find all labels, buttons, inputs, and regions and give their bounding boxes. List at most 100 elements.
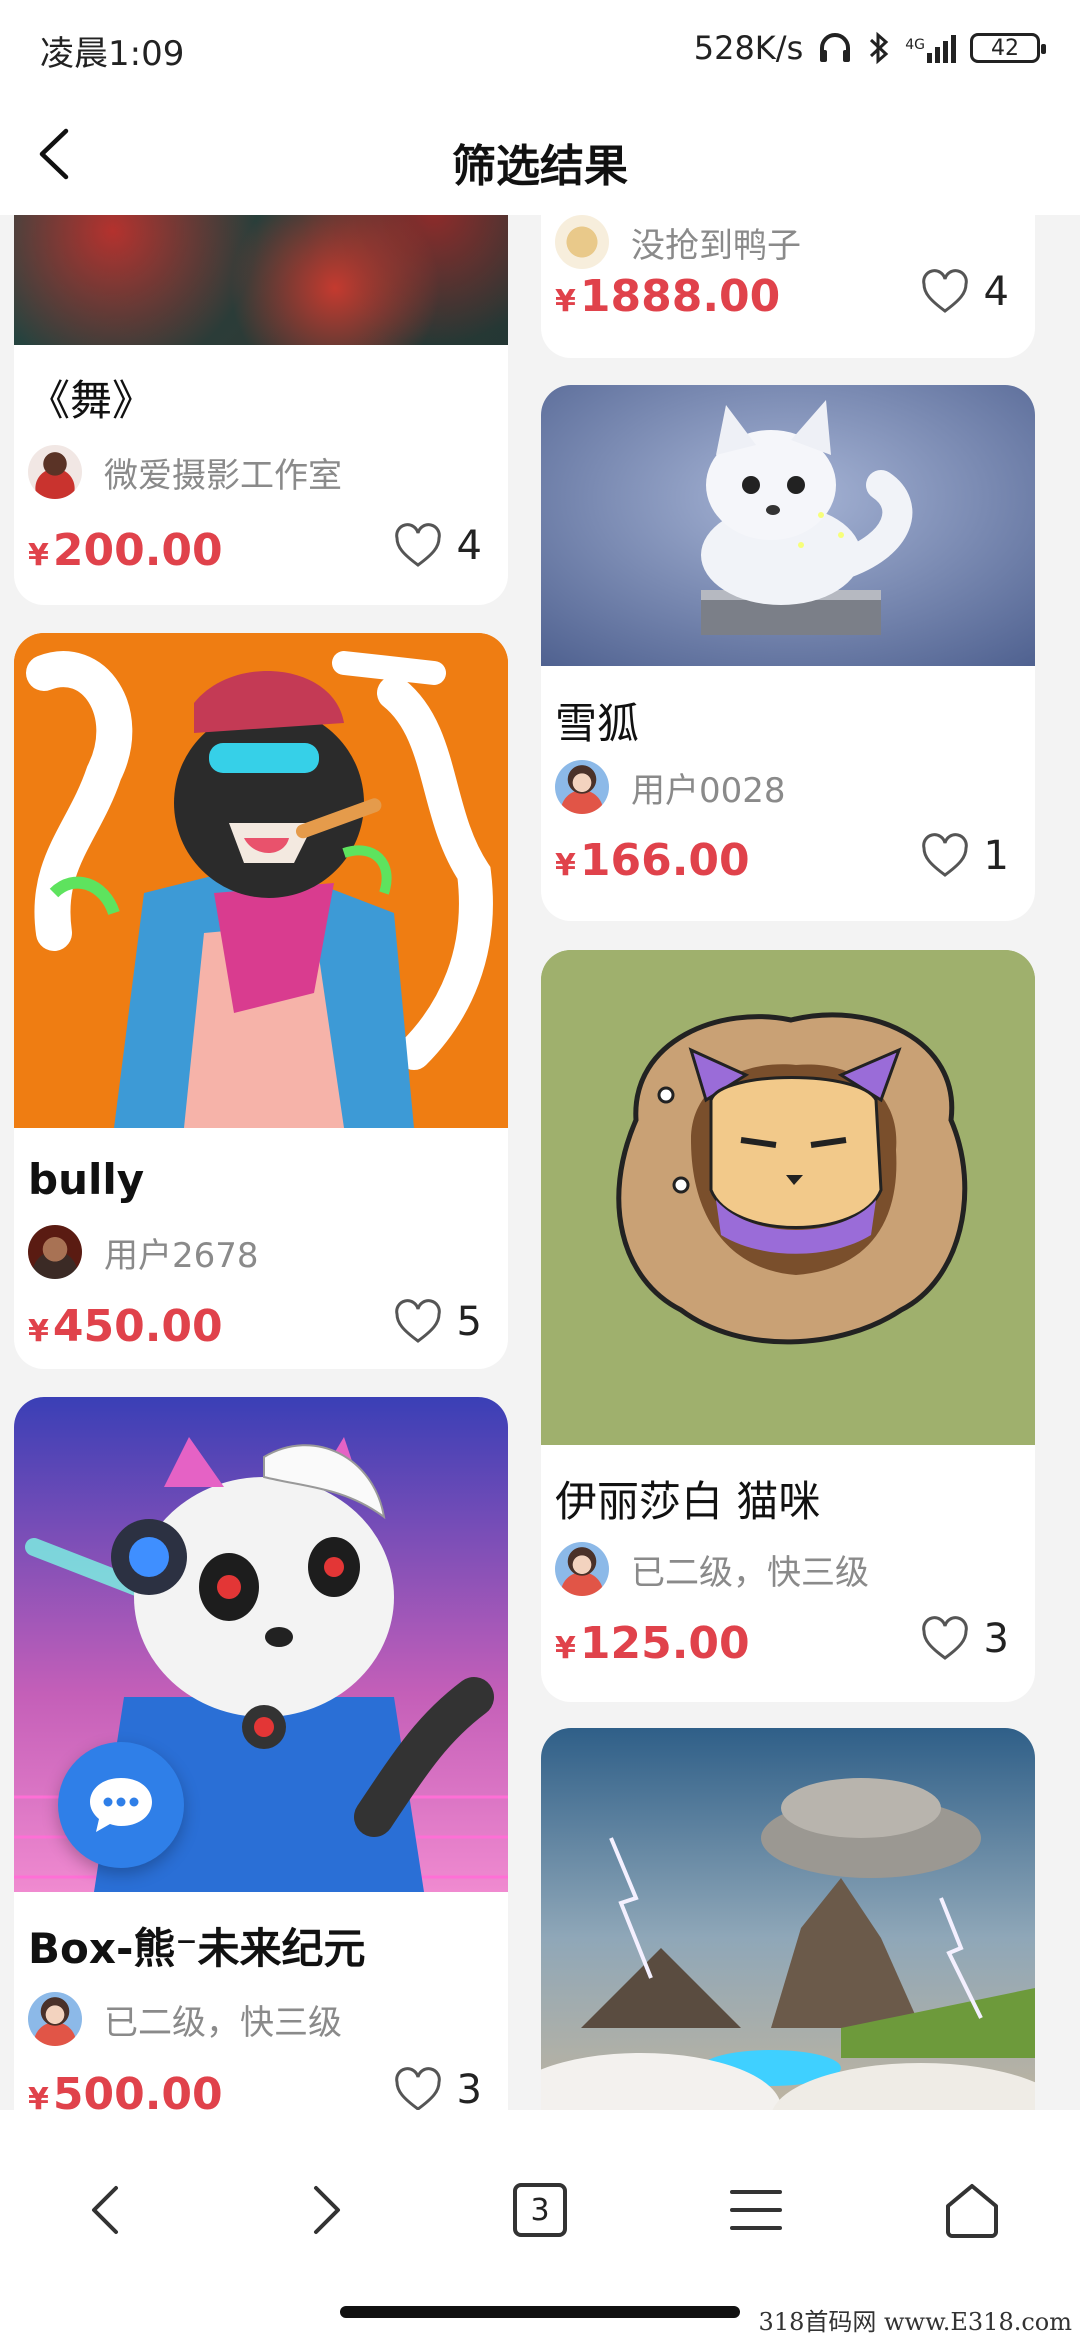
price-value: 1888.00 [579, 271, 781, 322]
heart-icon [394, 1299, 441, 1343]
price-value: 500.00 [52, 2069, 223, 2110]
status-indicators: 528K/s 4G 42 [693, 26, 1046, 70]
product-creator: 微爱摄影工作室 [28, 445, 342, 499]
nav-menu-button[interactable] [716, 2170, 796, 2250]
heart-icon [394, 523, 441, 567]
product-title: Box-熊⁻未来纪元 [28, 1924, 366, 1973]
nav-back-button[interactable] [66, 2170, 146, 2250]
product-price: ¥ 166.00 [555, 835, 750, 886]
forward-arrow-icon [314, 2186, 340, 2234]
product-card[interactable]: 伊丽莎白 猫咪 已二级，快三级 ¥ 125.00 3 [541, 950, 1035, 1702]
product-title: bully [28, 1155, 145, 1204]
tab-count: 3 [530, 2192, 550, 2228]
like-button[interactable]: 3 [920, 1616, 1009, 1662]
chat-bubble-icon [90, 1778, 152, 1832]
currency-symbol: ¥ [28, 1314, 49, 1349]
price-value: 200.00 [52, 525, 223, 576]
watermark: 318首码网 www.E318.com [758, 2308, 1072, 2336]
product-card[interactable]: 没抢到鸭子 ¥ 1888.00 4 [541, 215, 1035, 358]
like-count: 4 [456, 523, 482, 569]
product-image [541, 1728, 1035, 2110]
product-creator: 用户2678 [28, 1225, 259, 1279]
like-button[interactable]: 1 [920, 833, 1009, 879]
page-title: 筛选结果 [452, 141, 628, 192]
like-count: 3 [983, 1616, 1009, 1662]
currency-symbol: ¥ [555, 284, 576, 319]
like-button[interactable]: 4 [393, 523, 482, 569]
nav-home-button[interactable] [932, 2170, 1012, 2250]
product-title: 伊丽莎白 猫咪 [555, 1477, 821, 1526]
status-time: 凌晨1:09 [40, 34, 185, 74]
home-icon [946, 2184, 998, 2238]
product-title: 雪狐 [555, 699, 640, 748]
product-card[interactable]: 《舞》 微爱摄影工作室 ¥ 200.00 4 [14, 215, 508, 605]
headphones-icon [820, 33, 851, 62]
avatar [555, 760, 609, 814]
product-creator: 已二级，快三级 [555, 1542, 869, 1596]
like-button[interactable]: 5 [393, 1299, 482, 1345]
price-value: 125.00 [579, 1618, 750, 1669]
artwork-storm-landscape [541, 1728, 1035, 2110]
back-arrow-icon [92, 2186, 118, 2234]
product-card[interactable]: bully 用户2678 ¥ 450.00 5 [14, 633, 508, 1369]
like-count: 3 [456, 2067, 482, 2110]
avatar [28, 445, 82, 499]
like-count: 5 [456, 1299, 482, 1345]
currency-symbol: ¥ [555, 1631, 576, 1666]
home-indicator [340, 2306, 740, 2318]
product-price: ¥ 1888.00 [555, 271, 780, 322]
network-type: 4G [905, 37, 925, 53]
like-button[interactable]: 4 [920, 269, 1009, 315]
heart-icon [394, 2067, 441, 2110]
product-creator: 用户0028 [555, 760, 786, 814]
product-card[interactable] [541, 1728, 1035, 2110]
product-card[interactable]: 雪狐 用户0028 ¥ 166.00 1 [541, 385, 1035, 921]
currency-symbol: ¥ [555, 848, 576, 883]
signal-icon [927, 33, 956, 63]
avatar [28, 1992, 82, 2046]
product-creator: 已二级，快三级 [28, 1992, 342, 2046]
battery-icon: 42 [970, 33, 1046, 63]
product-price: ¥ 450.00 [28, 1301, 223, 1352]
heart-icon [921, 269, 968, 313]
chat-button[interactable] [58, 1742, 184, 1868]
product-creator: 没抢到鸭子 [555, 215, 801, 269]
menu-icon [730, 2190, 782, 2230]
creator-name: 用户0028 [631, 770, 786, 811]
like-count: 1 [983, 833, 1009, 879]
battery-level: 42 [991, 35, 1019, 61]
nav-tabs-button[interactable]: 3 [500, 2170, 580, 2250]
heart-icon [921, 833, 968, 877]
creator-name: 没抢到鸭子 [631, 225, 801, 266]
price-value: 450.00 [52, 1301, 223, 1352]
creator-name: 已二级，快三级 [631, 1552, 869, 1593]
nav-forward-button[interactable] [286, 2170, 366, 2250]
product-image [14, 215, 508, 345]
heart-icon [921, 1616, 968, 1660]
creator-name: 微爱摄影工作室 [104, 455, 342, 496]
avatar [555, 215, 609, 269]
like-count: 4 [983, 269, 1009, 315]
product-image [541, 385, 1035, 666]
product-title: 《舞》 [28, 376, 155, 425]
product-price: ¥ 200.00 [28, 525, 223, 576]
price-value: 166.00 [579, 835, 750, 886]
avatar [555, 1542, 609, 1596]
product-price: ¥ 125.00 [555, 1618, 750, 1669]
tabs-icon: 3 [513, 2183, 567, 2237]
header: 筛选结果 [0, 95, 1080, 215]
artwork-cat [541, 950, 1035, 1445]
product-image [14, 633, 508, 1128]
creator-name: 已二级，快三级 [104, 2002, 342, 2043]
currency-symbol: ¥ [28, 538, 49, 573]
currency-symbol: ¥ [28, 2082, 49, 2110]
artwork-bully [14, 633, 508, 1128]
avatar [28, 1225, 82, 1279]
results-grid: 《舞》 微爱摄影工作室 ¥ 200.00 4 bully 用户2678 ¥ 45… [0, 215, 1080, 2110]
product-image [541, 950, 1035, 1445]
status-bar: 凌晨1:09 528K/s 4G 42 [0, 0, 1080, 95]
like-button[interactable]: 3 [393, 2067, 482, 2110]
net-speed: 528K/s [693, 29, 804, 67]
creator-name: 用户2678 [104, 1235, 259, 1276]
artwork-snow-fox [541, 385, 1035, 666]
